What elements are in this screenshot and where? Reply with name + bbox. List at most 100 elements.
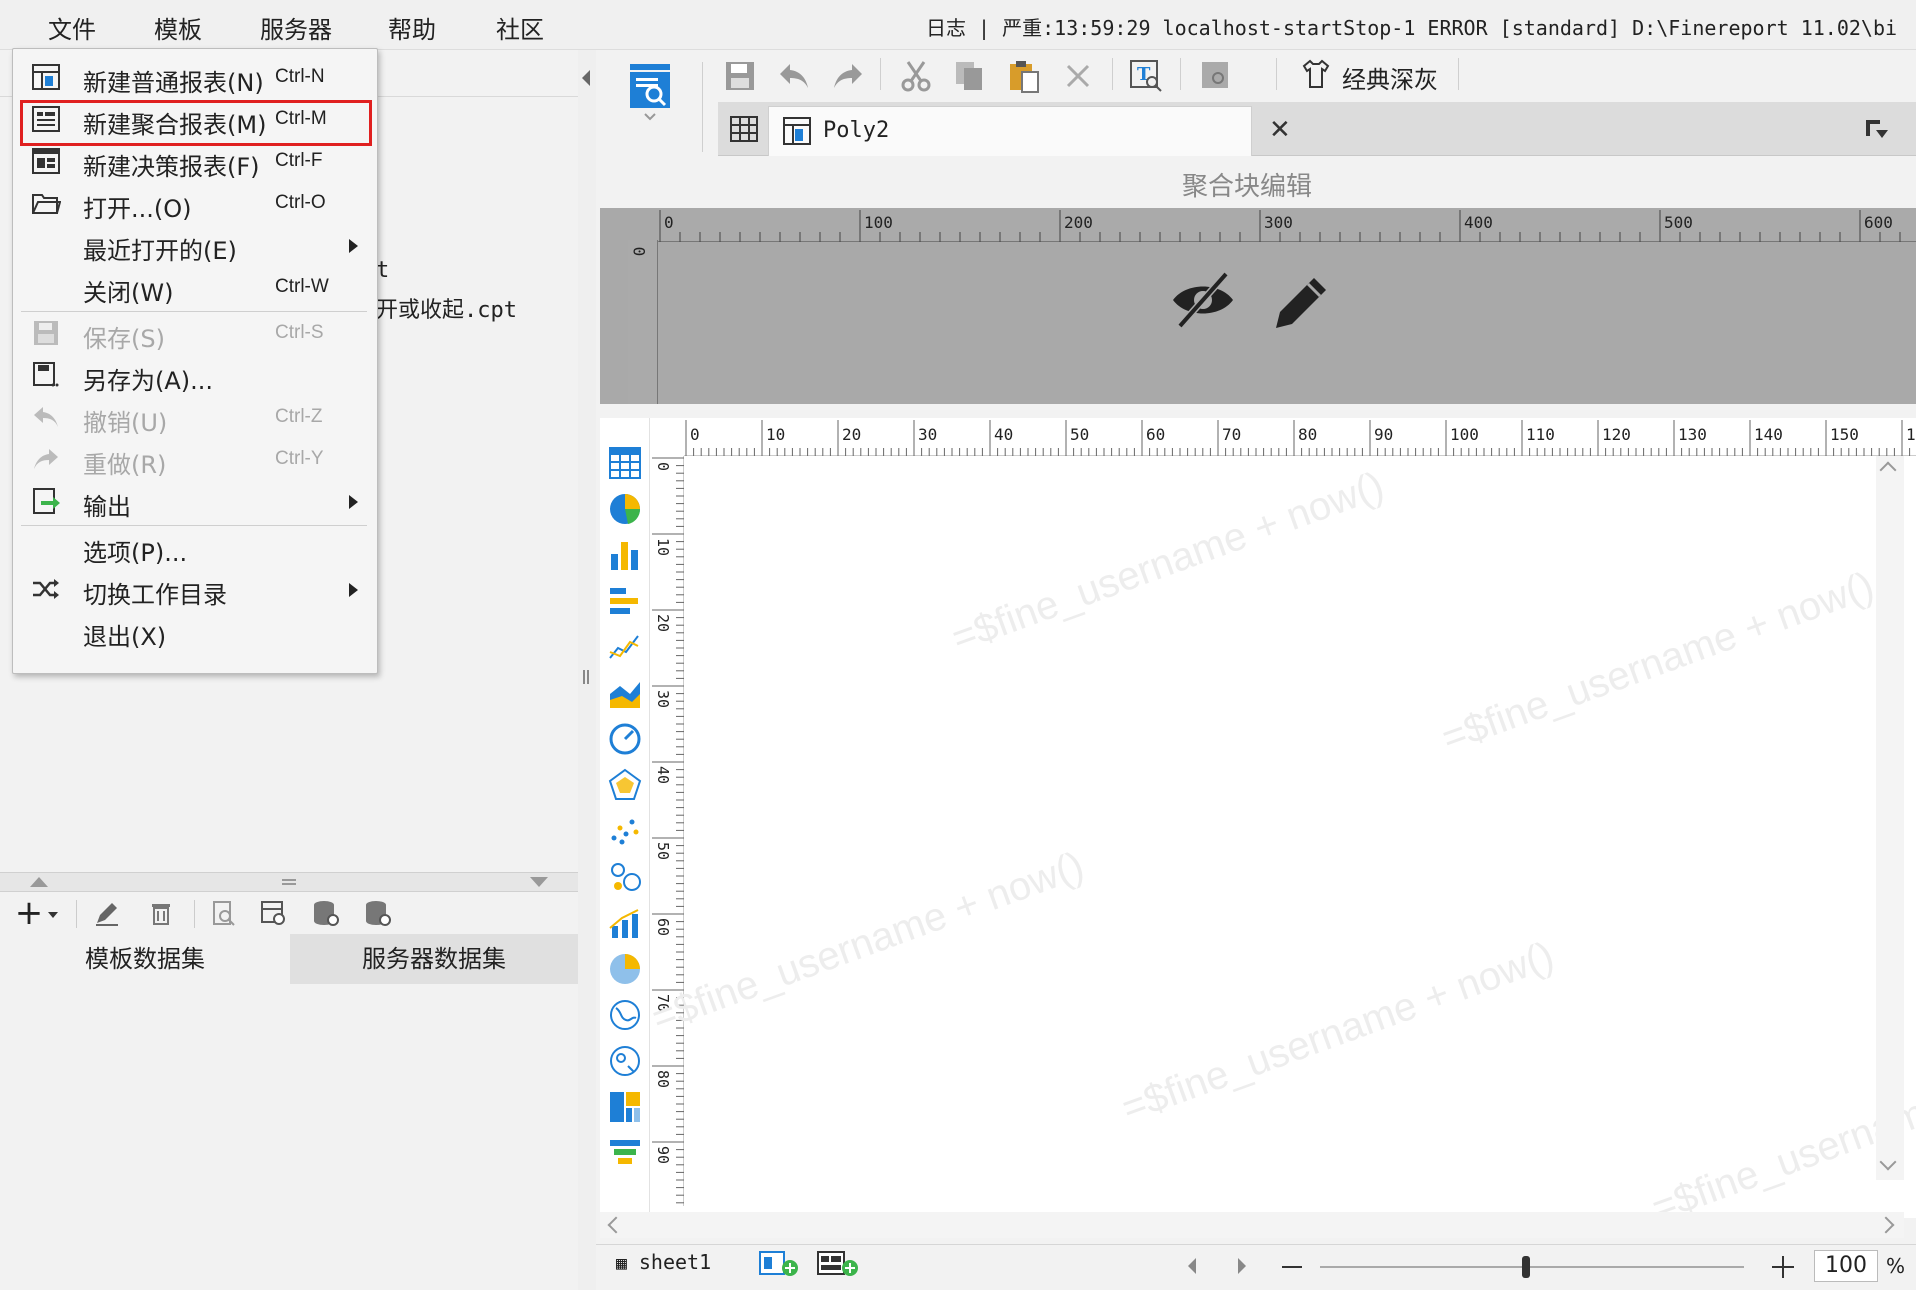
donut-chart-icon[interactable] <box>608 952 642 986</box>
tab-server-dataset[interactable]: 服务器数据集 <box>290 934 578 984</box>
add-dataset-icon[interactable]: + <box>14 896 44 930</box>
dropdown-arrow-icon[interactable] <box>48 912 58 918</box>
prev-sheet-icon[interactable] <box>1188 1258 1196 1274</box>
menu-item-new-decision-report[interactable]: 新建决策报表(F) Ctrl-F <box>13 141 379 181</box>
grid-tab-icon[interactable] <box>730 116 758 142</box>
preview-dataset-icon[interactable] <box>208 898 238 928</box>
delete-x-icon[interactable] <box>1060 58 1096 94</box>
theme-selector[interactable]: 经典深灰 <box>1342 60 1438 95</box>
bar-chart-icon[interactable] <box>608 538 642 572</box>
save-icon[interactable] <box>722 58 758 94</box>
export-icon <box>33 488 60 514</box>
collapse-left-icon[interactable] <box>582 70 590 86</box>
log-status-line[interactable]: 日志 | 严重:13:59:29 localhost-startStop-1 E… <box>926 12 1897 41</box>
menu-item-exit[interactable]: 退出(X) <box>13 611 379 651</box>
add-poly-sheet-icon[interactable] <box>816 1248 860 1278</box>
redo-icon <box>34 449 58 469</box>
ruler-tick-label: 50 <box>654 842 672 860</box>
zoom-input[interactable]: 100 <box>1814 1250 1878 1282</box>
sheet-tab[interactable]: ▦ sheet1 <box>616 1250 711 1274</box>
pane-divider[interactable] <box>0 872 578 892</box>
zoom-in-icon[interactable] <box>1772 1256 1794 1278</box>
zoom-slider-thumb[interactable] <box>1522 1256 1530 1278</box>
pane-splitter[interactable] <box>578 50 596 1290</box>
horizontal-scrollbar[interactable] <box>600 1212 1904 1238</box>
vertical-ruler: 0 10 20 30 40 50 60 70 80 90 <box>652 456 684 1206</box>
ruler-tick-label: 10 <box>654 538 672 556</box>
menu-item-recent[interactable]: 最近打开的(E) <box>13 225 379 265</box>
menu-server[interactable]: 服务器 <box>260 10 332 45</box>
menu-template[interactable]: 模板 <box>154 10 202 45</box>
tab-template-dataset[interactable]: 模板数据集 <box>0 934 290 984</box>
geo-map-icon[interactable] <box>608 1044 642 1078</box>
copy-icon[interactable] <box>952 58 988 94</box>
divider-grip-icon[interactable] <box>282 879 296 885</box>
cut-icon[interactable] <box>898 58 934 94</box>
menu-help[interactable]: 帮助 <box>388 10 436 45</box>
tab-poly2[interactable]: Poly2 ✕ <box>768 106 1291 156</box>
pie-chart-icon[interactable] <box>608 492 642 526</box>
undo-icon[interactable] <box>776 58 812 94</box>
theme-shirt-icon[interactable] <box>1300 58 1332 90</box>
text-search-icon[interactable]: T <box>1128 58 1164 94</box>
vertical-scrollbar[interactable] <box>1876 456 1904 1180</box>
radar-chart-icon[interactable] <box>608 768 642 802</box>
delete-icon[interactable] <box>146 898 176 928</box>
funnel-chart-icon[interactable] <box>608 1136 642 1170</box>
menu-item-switch-workdir[interactable]: 切换工作目录 <box>13 569 379 609</box>
scroll-down-icon[interactable] <box>1879 1153 1897 1171</box>
menu-item-export[interactable]: 输出 <box>13 481 379 521</box>
new-template-icon[interactable] <box>628 62 672 122</box>
menu-file[interactable]: 文件 <box>48 10 96 45</box>
menu-separator <box>21 311 367 312</box>
menu-item-label: 退出(X) <box>83 623 167 651</box>
database-delete-icon[interactable] <box>362 898 392 928</box>
redo-icon[interactable] <box>830 58 866 94</box>
splitter-grip-icon[interactable] <box>583 670 589 684</box>
zoom-slider[interactable] <box>1320 1266 1744 1268</box>
gauge-chart-icon[interactable] <box>608 722 642 756</box>
ruler-tick-label: 140 <box>1754 425 1783 444</box>
bubble-chart-icon[interactable] <box>608 860 642 894</box>
menu-item-redo[interactable]: 重做(R) Ctrl-Y <box>13 439 379 479</box>
close-icon[interactable]: ✕ <box>1269 115 1291 145</box>
eye-slash-icon[interactable] <box>1168 270 1238 330</box>
sheet-icon: ▦ <box>616 1253 627 1274</box>
menu-item-open[interactable]: 打开...(O) Ctrl-O <box>13 183 379 223</box>
add-report-sheet-icon[interactable] <box>758 1248 800 1278</box>
menu-item-save-as[interactable]: 另存为(A)... <box>13 355 379 395</box>
menu-item-label: 新建普通报表(N) <box>83 69 264 97</box>
scroll-left-icon[interactable] <box>607 1216 625 1234</box>
tab-list-dropdown-icon[interactable] <box>1864 118 1890 142</box>
expand-up-icon[interactable] <box>30 877 48 887</box>
menu-item-close[interactable]: 关闭(W) Ctrl-W <box>13 267 379 307</box>
table-chart-icon[interactable] <box>608 446 642 480</box>
map-chart-icon[interactable] <box>608 998 642 1032</box>
menu-item-new-report[interactable]: 新建普通报表(N) Ctrl-N <box>13 57 379 97</box>
horizontal-bar-chart-icon[interactable] <box>608 584 642 618</box>
treemap-chart-icon[interactable] <box>608 1090 642 1124</box>
line-chart-icon[interactable] <box>608 630 642 664</box>
dataset-settings-icon[interactable] <box>258 898 288 928</box>
poly-report-icon <box>783 117 811 145</box>
pencil-icon[interactable] <box>1270 270 1334 334</box>
database-icon[interactable] <box>310 898 340 928</box>
combo-chart-icon[interactable] <box>608 906 642 940</box>
area-chart-icon[interactable] <box>608 676 642 710</box>
zoom-out-icon[interactable] <box>1282 1266 1302 1268</box>
paste-icon[interactable] <box>1006 58 1042 94</box>
scatter-chart-icon[interactable] <box>608 814 642 848</box>
menu-item-options[interactable]: 选项(P)... <box>13 527 379 567</box>
scroll-up-icon[interactable] <box>1879 461 1897 479</box>
menu-community[interactable]: 社区 <box>496 10 544 45</box>
collapse-down-icon[interactable] <box>530 877 548 887</box>
menu-item-undo[interactable]: 撤销(U) Ctrl-Z <box>13 397 379 437</box>
separator <box>1180 58 1181 90</box>
scroll-right-icon[interactable] <box>1877 1216 1895 1234</box>
image-icon[interactable] <box>1198 58 1234 94</box>
ruler-tick-label: 90 <box>654 1146 672 1164</box>
menu-item-save[interactable]: 保存(S) Ctrl-S <box>13 313 379 353</box>
edit-icon[interactable] <box>92 898 122 928</box>
next-sheet-icon[interactable] <box>1238 1258 1246 1274</box>
template-tree-item[interactable]: 开或收起.cpt <box>376 292 517 324</box>
